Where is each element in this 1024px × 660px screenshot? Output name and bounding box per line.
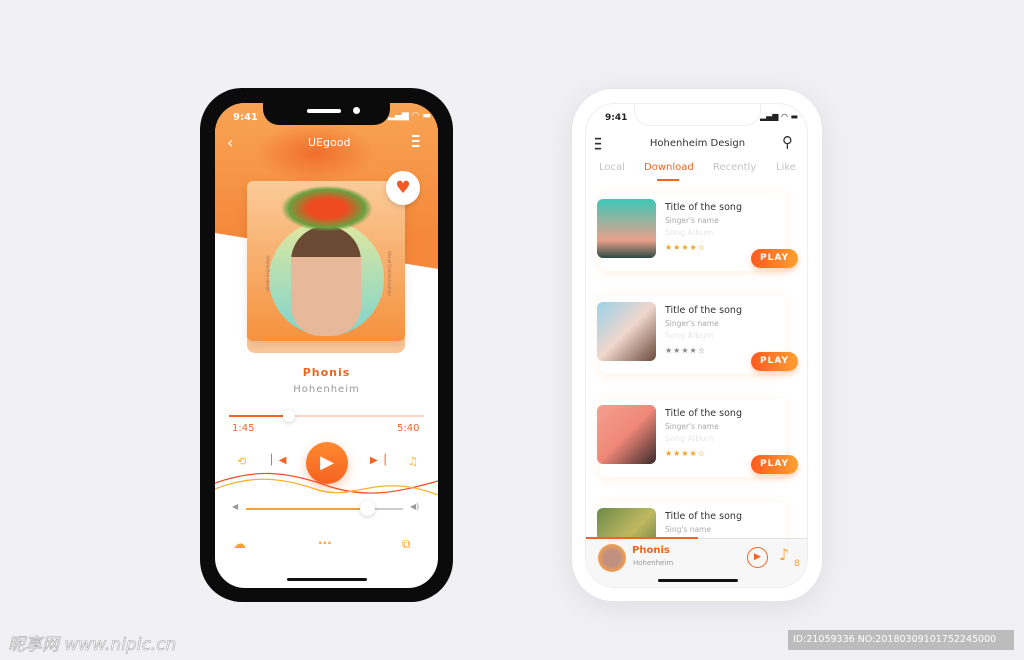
tab-local[interactable]: Local xyxy=(599,162,625,173)
home-indicator xyxy=(287,578,367,581)
rating-stars: ★★★★☆ xyxy=(665,243,706,252)
album-cover: Interactive design Visual Communication xyxy=(247,181,405,341)
album-side-text: Interactive design xyxy=(265,255,271,292)
duration-time: 5:40 xyxy=(397,423,420,434)
song-title: Phonis xyxy=(302,366,351,379)
song-thumbnail xyxy=(597,199,656,258)
song-album: Song Album xyxy=(665,228,714,237)
share-icon[interactable]: ⧉ xyxy=(402,537,411,552)
singer-name: Sing's name xyxy=(665,525,711,534)
volume-handle[interactable] xyxy=(359,501,375,516)
play-button[interactable]: PLAY xyxy=(751,249,798,268)
menu-icon[interactable]: ━ ━ ━ xyxy=(412,130,419,152)
active-tab-indicator xyxy=(657,179,679,181)
heart-icon[interactable]: ♥ xyxy=(386,171,420,205)
song-title: Title of the song xyxy=(665,408,742,419)
singer-name: Singer's name xyxy=(665,319,719,328)
progress-track[interactable] xyxy=(229,415,424,417)
song-title: Title of the song xyxy=(665,305,742,316)
volume-low-icon: ◀ xyxy=(232,502,239,511)
playlist-icon[interactable]: ♪ xyxy=(779,545,789,564)
status-time: 9:41 xyxy=(233,112,258,123)
rating-stars: ★★★★☆ xyxy=(665,449,706,458)
header-title: Hohenheim Design xyxy=(649,138,746,149)
back-icon[interactable]: ‹ xyxy=(227,133,233,152)
next-icon[interactable]: ▶▕ xyxy=(370,455,385,466)
flower-crown xyxy=(282,186,372,231)
more-icon[interactable]: ··· xyxy=(318,536,332,550)
volume-high-icon: ◀) xyxy=(410,502,420,511)
flowers-decoration xyxy=(255,123,375,183)
tab-like[interactable]: Like xyxy=(776,162,796,173)
now-playing-avatar xyxy=(598,544,626,572)
song-thumbnail xyxy=(597,405,656,464)
download-icon[interactable]: ☁ xyxy=(233,537,246,552)
now-playing-song: Phonis xyxy=(632,545,670,556)
elapsed-time: 1:45 xyxy=(232,423,255,434)
search-icon[interactable]: ⚲ xyxy=(782,133,793,151)
album-side-text: Visual Communication xyxy=(386,251,392,296)
queue-count: 8 xyxy=(794,559,800,569)
lyrics-icon[interactable]: ♫ xyxy=(408,455,418,468)
watermark-logo: 昵享网 www.nipic.cn xyxy=(8,635,177,656)
watermark-id: ID:21059336 NO:20180309101752245000 xyxy=(788,630,1014,650)
rating-stars: ★★★★☆ xyxy=(665,346,706,355)
status-icons: ▂▄▆ ◠ ▬ xyxy=(760,112,799,121)
now-playing-artist: Hohenheim xyxy=(633,559,674,567)
play-button[interactable]: PLAY xyxy=(751,352,798,371)
previous-icon[interactable]: ▏◀ xyxy=(271,455,286,466)
tab-recently[interactable]: Recently xyxy=(713,162,756,173)
play-icon[interactable]: ▶ xyxy=(747,547,768,568)
song-album: Song Album xyxy=(665,434,714,443)
progress-handle[interactable] xyxy=(283,410,296,422)
artist-name: Hohenheim xyxy=(293,384,360,395)
singer-name: Singer's name xyxy=(665,422,719,431)
notch xyxy=(263,103,390,125)
notch xyxy=(634,104,761,126)
portrait xyxy=(291,226,361,336)
play-button[interactable]: PLAY xyxy=(751,455,798,474)
tab-download[interactable]: Download xyxy=(644,162,694,173)
volume-slider[interactable] xyxy=(246,508,403,510)
song-thumbnail xyxy=(597,302,656,361)
repeat-icon[interactable]: ⟲ xyxy=(237,455,246,468)
speaker xyxy=(307,109,341,113)
song-title: Title of the song xyxy=(665,202,742,213)
camera xyxy=(353,107,360,114)
player-screen: 9:41 ▂▄▆ ◠ ▬ ‹ UEgood ━ ━ ━ Interactive de… xyxy=(215,103,438,588)
song-album: Song Album xyxy=(665,331,714,340)
play-icon[interactable]: ▶ xyxy=(306,442,348,484)
status-icons: ▂▄▆ ◠ ▬ xyxy=(388,111,431,121)
library-screen: 9:41 ▂▄▆ ◠ ▬ ━ ━ ━ Hohenheim Design ⚲ Loca… xyxy=(585,103,808,588)
status-time: 9:41 xyxy=(605,113,628,123)
header-title: UEgood xyxy=(308,136,351,149)
now-playing-progress xyxy=(586,537,698,539)
singer-name: Singer's name xyxy=(665,216,719,225)
song-title: Title of the song xyxy=(665,511,742,522)
home-indicator xyxy=(658,579,738,582)
